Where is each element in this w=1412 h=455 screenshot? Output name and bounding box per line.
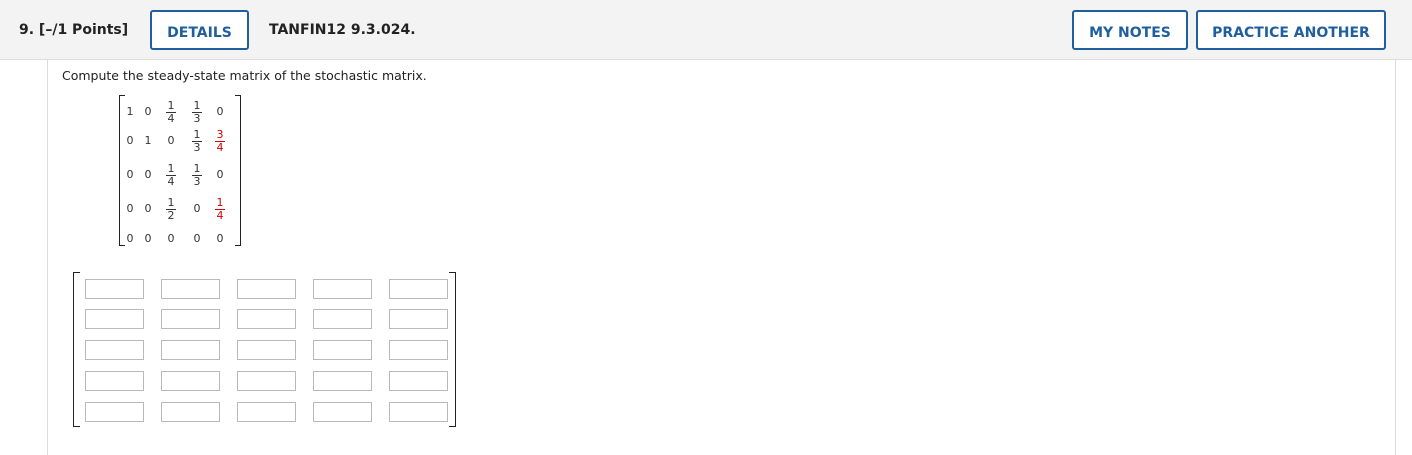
matrix-cell: 0 <box>126 202 134 215</box>
answer-input[interactable] <box>313 279 372 299</box>
answer-input[interactable] <box>389 279 448 299</box>
answer-input[interactable] <box>161 279 220 299</box>
answer-left-bracket <box>73 272 80 427</box>
matrix-cell: 13 <box>189 163 205 188</box>
answer-matrix <box>73 272 456 427</box>
question-number: 9. [–/1 Points] <box>19 22 129 38</box>
matrix-cell: 14 <box>163 163 179 188</box>
matrix-cell: 0 <box>126 134 134 147</box>
fraction-numerator: 1 <box>167 99 175 112</box>
fraction-denominator: 3 <box>193 112 201 125</box>
matrix-cell: 0 <box>126 168 134 181</box>
matrix-cell: 0 <box>167 134 175 147</box>
answer-input[interactable] <box>161 402 220 422</box>
fraction-denominator: 3 <box>193 175 201 188</box>
matrix-cell: 0 <box>216 105 224 118</box>
matrix-cell: 1 <box>126 105 134 118</box>
fraction-numerator: 1 <box>193 99 201 112</box>
matrix-cell: 13 <box>189 100 205 125</box>
answer-input[interactable] <box>389 371 448 391</box>
fraction-numerator: 1 <box>216 196 224 209</box>
fraction-numerator: 1 <box>193 128 201 141</box>
answer-input[interactable] <box>313 340 372 360</box>
answer-input[interactable] <box>389 309 448 329</box>
answer-input[interactable] <box>161 340 220 360</box>
matrix-cell: 1 <box>144 134 152 147</box>
answer-input[interactable] <box>313 402 372 422</box>
details-button[interactable]: DETAILS <box>150 10 249 50</box>
answer-input[interactable] <box>389 402 448 422</box>
matrix-cell: 13 <box>189 129 205 154</box>
answer-right-bracket <box>449 272 456 427</box>
answer-input[interactable] <box>389 340 448 360</box>
matrix-cell: 0 <box>126 232 134 245</box>
answer-input[interactable] <box>237 309 296 329</box>
fraction-numerator: 1 <box>167 196 175 209</box>
matrix-cell: 14 <box>163 100 179 125</box>
question-header: 9. [–/1 Points] DETAILS TANFIN12 9.3.024… <box>0 0 1412 60</box>
matrix-cell: 0 <box>216 232 224 245</box>
matrix-cell: 0 <box>216 168 224 181</box>
answer-input[interactable] <box>85 309 144 329</box>
stochastic-matrix: 101413001013340014130001201400000 <box>119 95 241 246</box>
fraction-numerator: 1 <box>167 162 175 175</box>
matrix-cell: 14 <box>212 197 228 222</box>
answer-input[interactable] <box>237 402 296 422</box>
practice-another-button[interactable]: PRACTICE ANOTHER <box>1196 10 1386 50</box>
fraction-numerator: 3 <box>216 128 224 141</box>
answer-input[interactable] <box>161 309 220 329</box>
matrix-cell: 0 <box>144 202 152 215</box>
fraction-numerator: 1 <box>193 162 201 175</box>
answer-input[interactable] <box>161 371 220 391</box>
matrix-cell: 0 <box>193 202 201 215</box>
answer-input[interactable] <box>313 309 372 329</box>
matrix-cell: 34 <box>212 129 228 154</box>
question-prompt: Compute the steady-state matrix of the s… <box>62 68 427 83</box>
fraction-denominator: 3 <box>193 141 201 154</box>
matrix-cell: 12 <box>163 197 179 222</box>
fraction-denominator: 4 <box>216 209 224 222</box>
answer-input[interactable] <box>237 371 296 391</box>
matrix-cell: 0 <box>144 168 152 181</box>
question-id: TANFIN12 9.3.024. <box>269 22 416 38</box>
answer-input[interactable] <box>85 340 144 360</box>
my-notes-button[interactable]: MY NOTES <box>1072 10 1188 50</box>
answer-input[interactable] <box>85 402 144 422</box>
fraction-denominator: 4 <box>216 141 224 154</box>
matrix-right-bracket <box>235 95 241 246</box>
matrix-cell: 0 <box>144 232 152 245</box>
answer-input[interactable] <box>313 371 372 391</box>
fraction-denominator: 4 <box>167 175 175 188</box>
matrix-cell: 0 <box>193 232 201 245</box>
answer-input[interactable] <box>85 279 144 299</box>
answer-input[interactable] <box>237 340 296 360</box>
fraction-denominator: 4 <box>167 112 175 125</box>
matrix-cell: 0 <box>167 232 175 245</box>
fraction-denominator: 2 <box>167 209 175 222</box>
matrix-cell: 0 <box>144 105 152 118</box>
answer-input[interactable] <box>85 371 144 391</box>
answer-input[interactable] <box>237 279 296 299</box>
